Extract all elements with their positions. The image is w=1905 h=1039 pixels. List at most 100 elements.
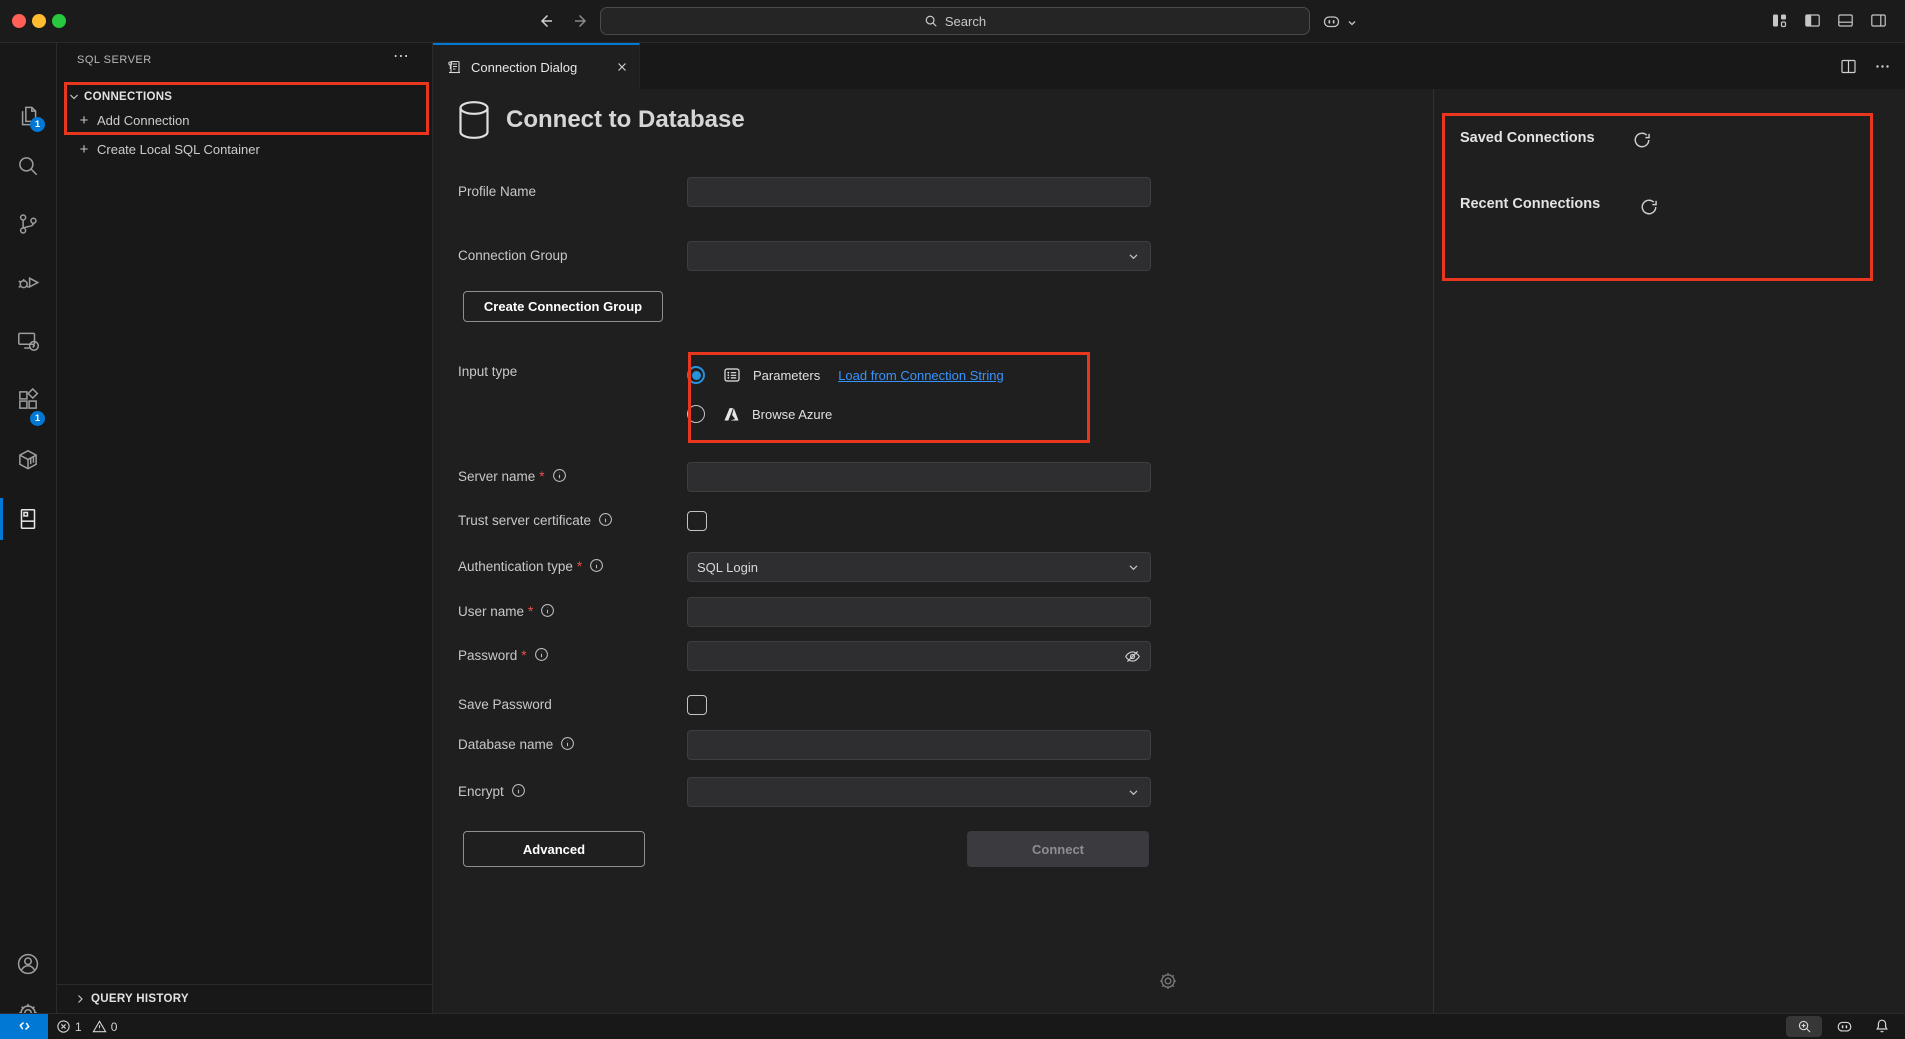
authentication-type-select[interactable]: SQL Login — [687, 552, 1151, 582]
form-label-trust-server-certificate: Trust server certificate — [458, 506, 613, 536]
info-icon[interactable] — [560, 736, 575, 751]
required-asterisk: * — [521, 648, 526, 663]
back-arrow-icon[interactable] — [537, 11, 557, 31]
tab-close-icon[interactable] — [615, 60, 629, 74]
connection-dialog-icon — [446, 59, 463, 76]
sql-server-icon[interactable] — [15, 506, 41, 532]
form-row-profile-name: Profile Name — [458, 177, 1178, 207]
parameters-form-icon — [723, 366, 741, 384]
create-connection-group-button[interactable]: Create Connection Group — [463, 291, 663, 322]
webview-settings-gear-icon[interactable] — [1156, 969, 1180, 993]
form-label-encrypt: Encrypt — [458, 777, 526, 807]
accounts-icon[interactable] — [15, 951, 41, 977]
layout-sidebar-right-icon[interactable] — [1870, 12, 1887, 29]
form-row-trust-server-certificate: Trust server certificate — [458, 506, 1178, 536]
form-row-save-password: Save Password — [458, 690, 1178, 720]
query-history-section-header[interactable]: QUERY HISTORY — [57, 984, 432, 1013]
advanced-button[interactable]: Advanced — [463, 831, 645, 867]
profile-name-input[interactable] — [687, 177, 1151, 207]
radio-button[interactable] — [687, 405, 705, 423]
source-control-icon[interactable] — [15, 211, 41, 237]
remote-indicator[interactable] — [0, 1014, 48, 1039]
form-row-connection-group: Connection Group — [458, 241, 1178, 271]
info-icon[interactable] — [540, 603, 555, 618]
user-name-input[interactable] — [687, 597, 1151, 627]
layout-customize-icon[interactable] — [1771, 12, 1788, 29]
copilot-icon[interactable] — [1322, 12, 1341, 31]
forward-arrow-icon[interactable] — [570, 11, 590, 31]
connection-group-select[interactable] — [687, 241, 1151, 271]
form-row-encrypt: Encrypt — [458, 777, 1178, 807]
connect-button[interactable]: Connect — [967, 831, 1149, 867]
tab-connection-dialog[interactable]: Connection Dialog — [433, 43, 640, 89]
password-input[interactable] — [687, 641, 1151, 671]
server-name-input[interactable] — [687, 462, 1151, 492]
field-value: SQL Login — [697, 560, 758, 575]
error-icon — [56, 1019, 71, 1034]
refresh-icon[interactable] — [1640, 198, 1658, 216]
form-label-input-type: Input type — [458, 357, 517, 387]
status-bar: 1 0 — [0, 1013, 1905, 1039]
connections-section-header[interactable]: CONNECTIONS — [57, 86, 432, 108]
database-icon — [457, 100, 491, 140]
form-label-authentication-type: Authentication type* — [458, 552, 604, 582]
search-view-icon[interactable] — [15, 153, 41, 179]
refresh-icon[interactable] — [1633, 131, 1651, 149]
info-icon[interactable] — [598, 512, 613, 527]
zoom-in-status-button[interactable] — [1786, 1016, 1822, 1037]
layout-sidebar-left-icon[interactable] — [1804, 12, 1821, 29]
more-actions-icon[interactable] — [1874, 58, 1891, 75]
plus-icon: + — [77, 141, 91, 158]
warning-icon — [92, 1019, 107, 1034]
required-asterisk: * — [528, 604, 533, 619]
form-row-authentication-type: Authentication type* SQL Login — [458, 552, 1178, 582]
chevron-right-icon — [74, 993, 86, 1005]
password-visibility-toggle-icon[interactable] — [1124, 648, 1141, 665]
containers-icon[interactable] — [15, 447, 41, 473]
run-and-debug-icon[interactable] — [15, 269, 41, 295]
remote-explorer-icon[interactable] — [15, 328, 41, 354]
explorer-badge: 1 — [30, 117, 45, 132]
input-type-option-browse-azure: Browse Azure — [687, 399, 832, 429]
problems-status[interactable]: 1 0 — [56, 1014, 117, 1039]
traffic-close-button[interactable] — [12, 14, 26, 28]
split-editor-icon[interactable] — [1840, 58, 1857, 75]
sidebar-item-add-connection[interactable]: + Add Connection — [57, 109, 432, 131]
info-icon[interactable] — [589, 558, 604, 573]
plus-icon: + — [77, 112, 91, 129]
bell-icon[interactable] — [1874, 1018, 1890, 1034]
chevron-down-icon[interactable] — [1346, 17, 1358, 29]
database-name-input[interactable] — [687, 730, 1151, 760]
info-icon[interactable] — [552, 468, 567, 483]
chevron-down-icon — [68, 91, 80, 103]
recent-connections-header: Recent Connections — [1460, 196, 1600, 212]
info-icon[interactable] — [534, 647, 549, 662]
sidebar-more-actions[interactable]: ⋯ — [393, 46, 410, 66]
azure-icon — [723, 406, 740, 423]
sidebar-sql-server: SQL SERVER ⋯ CONNECTIONS + Add Connectio… — [57, 43, 433, 1013]
page-title: Connect to Database — [506, 106, 745, 134]
form-row-input-type: Input typeParametersLoad from Connection… — [458, 357, 1178, 452]
sidebar-title: SQL SERVER — [77, 54, 152, 66]
form-label-password: Password* — [458, 641, 549, 671]
radio-button[interactable] — [687, 366, 705, 384]
info-icon[interactable] — [511, 783, 526, 798]
webview-panel-divider — [1433, 89, 1434, 1013]
warning-count: 0 — [111, 1020, 118, 1034]
load-from-connection-string-link[interactable]: Load from Connection String — [838, 368, 1003, 383]
extensions-icon[interactable] — [15, 387, 41, 413]
required-asterisk: * — [577, 559, 582, 574]
save-password-checkbox[interactable] — [687, 695, 707, 715]
traffic-zoom-button[interactable] — [52, 14, 66, 28]
trust-server-certificate-checkbox[interactable] — [687, 511, 707, 531]
layout-panel-bottom-icon[interactable] — [1837, 12, 1854, 29]
sidebar-item-create-local-sql-container[interactable]: + Create Local SQL Container — [57, 138, 432, 160]
traffic-minimize-button[interactable] — [32, 14, 46, 28]
search-icon — [924, 14, 938, 28]
form-row-server-name: Server name* — [458, 462, 1178, 492]
encrypt-select[interactable] — [687, 777, 1151, 807]
chevron-down-icon — [1126, 785, 1141, 800]
search-input[interactable]: Search — [600, 7, 1310, 35]
saved-connections-header: Saved Connections — [1460, 130, 1595, 146]
copilot-status-icon[interactable] — [1836, 1018, 1853, 1035]
